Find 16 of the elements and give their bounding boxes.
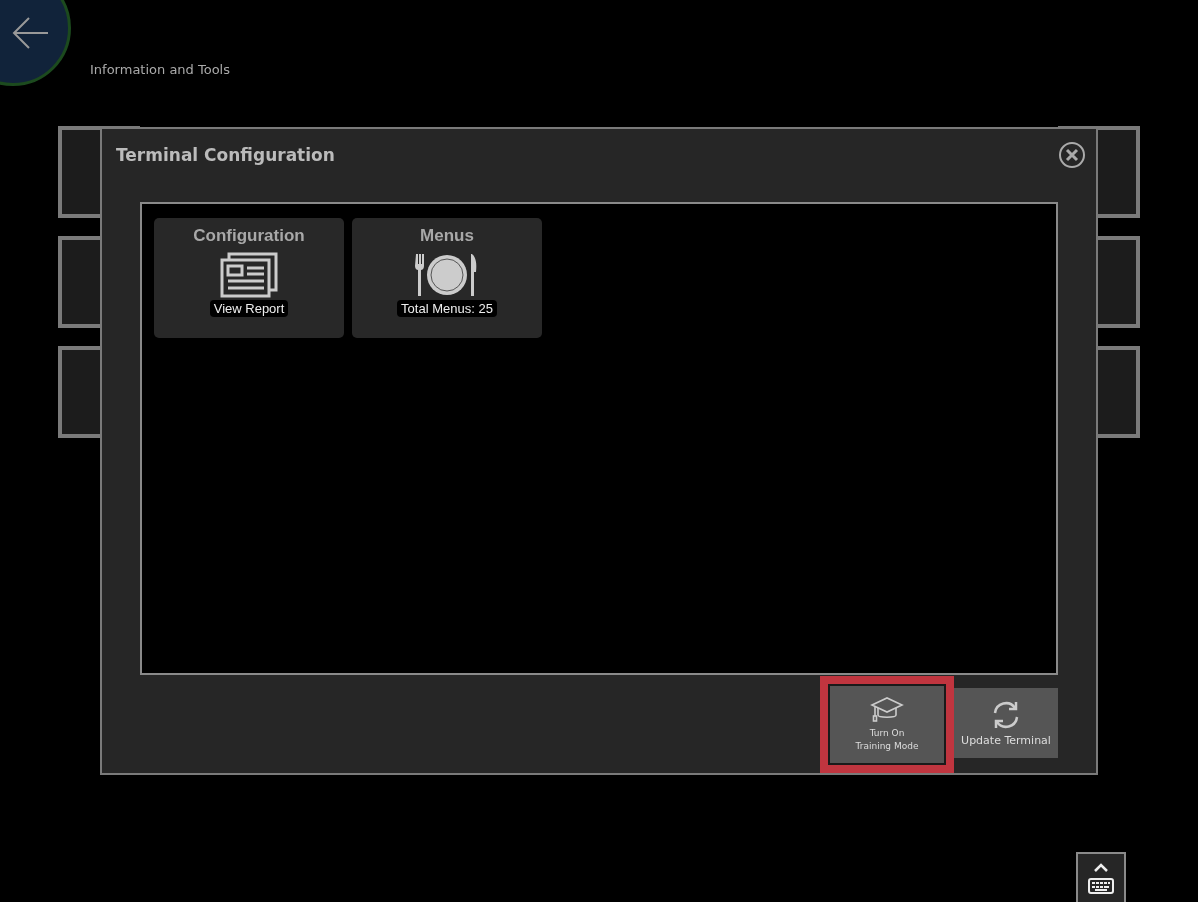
page-title: Information and Tools: [90, 62, 230, 77]
close-icon: [1058, 141, 1086, 169]
tile-badge: Total Menus: 25: [397, 300, 497, 317]
action-button[interactable]: Turn On Training Mode: [830, 686, 944, 763]
action-button[interactable]: Update Terminal: [954, 688, 1058, 758]
newspaper-icon: [220, 252, 278, 298]
arrow-left-icon: [12, 17, 50, 49]
tile-badge: View Report: [209, 300, 289, 317]
tile-title: Configuration: [193, 226, 305, 246]
close-button[interactable]: [1058, 141, 1086, 169]
info-tile[interactable]: Configuration View Report: [154, 218, 344, 338]
info-tile[interactable]: Menus Total Menus: 25: [352, 218, 542, 338]
graduation-cap-icon: [870, 696, 904, 724]
keyboard-button[interactable]: [1076, 852, 1126, 902]
tile-title: Menus: [420, 226, 474, 246]
dialog-title: Terminal Configuration: [116, 145, 335, 165]
